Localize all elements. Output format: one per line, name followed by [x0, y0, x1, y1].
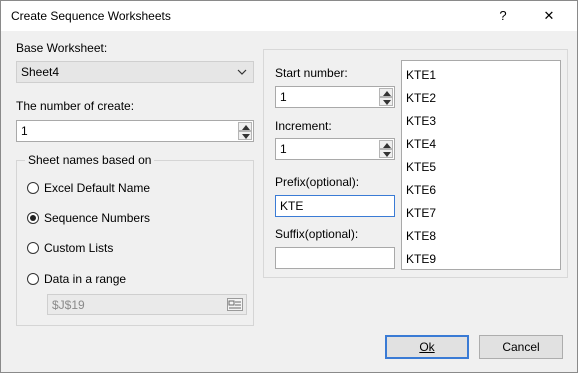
title-bar: Create Sequence Worksheets ? ✕: [1, 1, 577, 31]
prefix-label: Prefix(optional):: [275, 175, 360, 189]
sheet-name-preview-list[interactable]: KTE1 KTE2 KTE3 KTE4 KTE5 KTE6 KTE7 KTE8 …: [401, 60, 561, 270]
start-number-label: Start number:: [275, 66, 348, 80]
increment-value: 1: [280, 142, 287, 156]
spin-up-icon[interactable]: [238, 122, 252, 131]
radio-label: Sequence Numbers: [44, 211, 151, 225]
radio-label: Custom Lists: [44, 241, 114, 255]
ok-button-label: Ok: [419, 340, 435, 354]
suffix-label: Suffix(optional):: [275, 227, 359, 241]
radio-label: Excel Default Name: [44, 181, 151, 195]
number-of-create-field[interactable]: 1: [16, 120, 254, 142]
increment-spinner[interactable]: [379, 140, 393, 158]
range-value: $J$19: [52, 298, 85, 312]
prefix-value: KTE: [280, 199, 304, 213]
sheet-names-group: Sheet names based on Excel Default Name …: [16, 153, 254, 326]
range-select-icon[interactable]: [227, 298, 243, 311]
spin-down-icon[interactable]: [379, 149, 393, 158]
suffix-field[interactable]: [275, 247, 395, 269]
radio-label: Data in a range: [44, 272, 127, 286]
radio-icon[interactable]: [27, 273, 39, 285]
help-button[interactable]: ?: [489, 5, 517, 27]
create-sequence-worksheets-dialog: Create Sequence Worksheets ? ✕ Base Work…: [0, 0, 578, 373]
spin-up-icon[interactable]: [379, 140, 393, 149]
sheet-names-group-title: Sheet names based on: [25, 153, 155, 167]
base-worksheet-dropdown[interactable]: Sheet4: [16, 61, 254, 83]
prefix-field[interactable]: KTE: [275, 195, 395, 217]
start-number-value: 1: [280, 90, 287, 104]
number-of-create-value: 1: [21, 124, 28, 138]
list-item: KTE1: [406, 68, 437, 82]
spin-up-icon[interactable]: [379, 88, 393, 97]
list-item: KTE5: [406, 160, 437, 174]
number-of-create-label: The number of create:: [16, 99, 135, 113]
cancel-button[interactable]: Cancel: [479, 335, 563, 359]
spin-down-icon[interactable]: [238, 131, 252, 140]
radio-icon[interactable]: [27, 182, 39, 194]
chevron-down-icon: [237, 69, 247, 75]
list-item: KTE2: [406, 91, 437, 105]
close-button[interactable]: ✕: [535, 5, 563, 27]
range-input[interactable]: $J$19: [47, 294, 247, 315]
list-item: KTE3: [406, 114, 437, 128]
list-item: KTE6: [406, 183, 437, 197]
list-item: KTE9: [406, 252, 437, 266]
list-item: KTE7: [406, 206, 437, 220]
radio-selected-icon[interactable]: [27, 212, 39, 224]
base-worksheet-value: Sheet4: [21, 65, 60, 79]
cancel-button-label: Cancel: [502, 340, 540, 354]
dialog-title: Create Sequence Worksheets: [11, 9, 171, 23]
increment-field[interactable]: 1: [275, 138, 395, 160]
list-item: KTE4: [406, 137, 437, 151]
start-number-field[interactable]: 1: [275, 86, 395, 108]
ok-button[interactable]: Ok: [385, 335, 469, 359]
spin-down-icon[interactable]: [379, 97, 393, 106]
list-item: KTE8: [406, 229, 437, 243]
radio-icon[interactable]: [27, 242, 39, 254]
increment-label: Increment:: [275, 119, 332, 133]
sequence-settings-panel: Start number: 1 Increment: 1 Prefix(opti…: [263, 49, 568, 278]
start-number-spinner[interactable]: [379, 88, 393, 106]
number-of-create-spinner[interactable]: [238, 122, 252, 140]
base-worksheet-label: Base Worksheet:: [16, 41, 108, 55]
